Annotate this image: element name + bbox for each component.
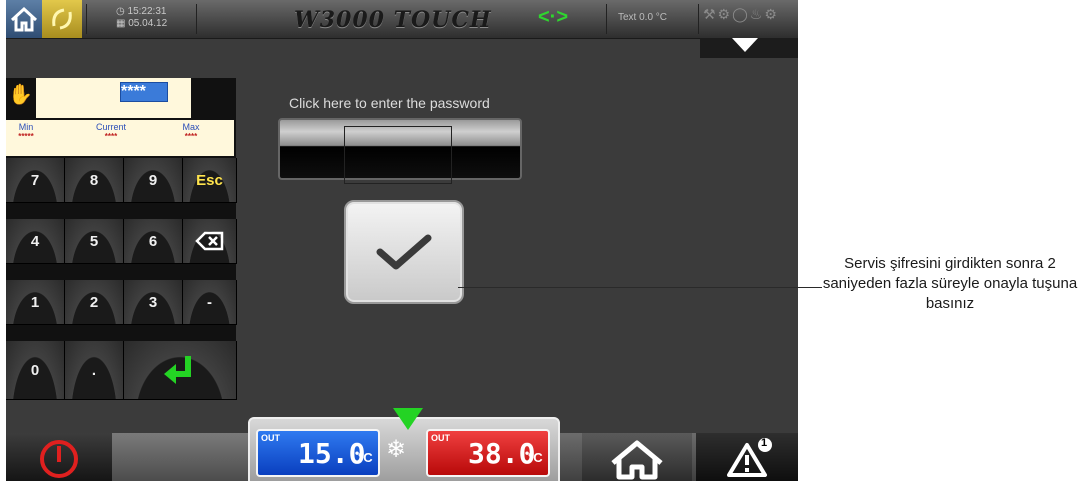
key-enter[interactable] [124, 341, 237, 400]
outlet-value: 38.0 [468, 437, 536, 470]
home-icon[interactable] [6, 0, 42, 38]
calendar-icon: ▦ [116, 18, 129, 29]
min-label: Min [18, 122, 34, 132]
password-prompt: Click here to enter the password [289, 95, 490, 111]
callout-line [458, 287, 822, 288]
key-9[interactable]: 9 [124, 158, 183, 203]
password-input-frame [344, 126, 452, 184]
key-minus[interactable]: - [183, 280, 237, 325]
dropdown-toggle[interactable] [700, 38, 798, 58]
key-5[interactable]: 5 [65, 219, 124, 264]
alarm-count: 1 [761, 437, 768, 449]
max-label: Max [182, 122, 200, 132]
key-dot[interactable]: . [65, 341, 124, 400]
dropdown-arrow-icon [732, 38, 758, 52]
key-0[interactable]: 0 [6, 341, 65, 400]
current-value: **** [104, 132, 118, 141]
outlet-tag: OUT [431, 433, 450, 443]
min-value: ***** [18, 132, 34, 141]
external-temperature: Text 0.0 °C [618, 12, 668, 23]
keypad-display: **** [36, 78, 191, 118]
power-icon [40, 440, 78, 478]
sync-icon[interactable] [42, 0, 82, 38]
clock-icon: ◷ [116, 6, 128, 17]
key-2[interactable]: 2 [65, 280, 124, 325]
enter-icon [164, 356, 191, 384]
key-7[interactable]: 7 [6, 158, 65, 203]
inlet-tag: OUT [261, 433, 280, 443]
home-button[interactable] [582, 433, 692, 481]
key-4[interactable]: 4 [6, 219, 65, 264]
key-3[interactable]: 3 [124, 280, 183, 325]
confirm-button[interactable] [344, 200, 464, 304]
key-6[interactable]: 6 [124, 219, 183, 264]
key-8[interactable]: 8 [65, 158, 124, 203]
current-label: Current [95, 122, 126, 132]
backspace-icon [194, 231, 223, 251]
outlet-temperature: OUT 38.0 °C [426, 429, 550, 477]
callout-text: Servis şifresini girdikten sonra 2 saniy… [822, 255, 1078, 312]
alarm-button[interactable]: 1 [696, 433, 798, 481]
key-esc[interactable]: Esc [183, 158, 237, 203]
key-backspace[interactable] [183, 219, 237, 264]
date-value: 05.04.12 [128, 18, 168, 29]
power-button[interactable] [6, 433, 112, 481]
top-bar: ◷ 15:22:31 ▦ 05.04.12 W3000 TOUCH <·> Te… [6, 0, 798, 39]
app-title: W3000 TOUCH [294, 7, 492, 33]
inlet-value: 15.0 [298, 437, 366, 470]
settings-icons[interactable]: ⚒⚙◯♨⚙ [703, 6, 779, 23]
hand-icon: ✋ [8, 84, 33, 106]
max-value: **** [184, 132, 198, 141]
bottom-blank-panel [112, 433, 252, 481]
time-value: 15:22:31 [127, 6, 167, 17]
snowflake-icon: ❄ [386, 436, 407, 463]
numeric-keypad: ✋ **** Min ***** Current **** Max **** 7… [6, 78, 237, 400]
inlet-temperature: OUT 15.0 °C [256, 429, 380, 477]
status-indicator-icon [393, 408, 423, 430]
hmi-screen: ◷ 15:22:31 ▦ 05.04.12 W3000 TOUCH <·> Te… [6, 0, 798, 481]
min-current-max-panel: Min ***** Current **** Max **** [6, 120, 234, 156]
inlet-unit: °C [358, 450, 373, 465]
check-icon [376, 234, 432, 270]
password-field[interactable] [278, 118, 522, 184]
outlet-unit: °C [528, 450, 543, 465]
home-icon [611, 440, 663, 480]
clock-readout: ◷ 15:22:31 ▦ 05.04.12 [116, 6, 167, 30]
alarm-icon [727, 438, 772, 477]
arrows-icon: <·> [538, 6, 569, 28]
key-1[interactable]: 1 [6, 280, 65, 325]
keypad-display-value: **** [120, 82, 168, 102]
